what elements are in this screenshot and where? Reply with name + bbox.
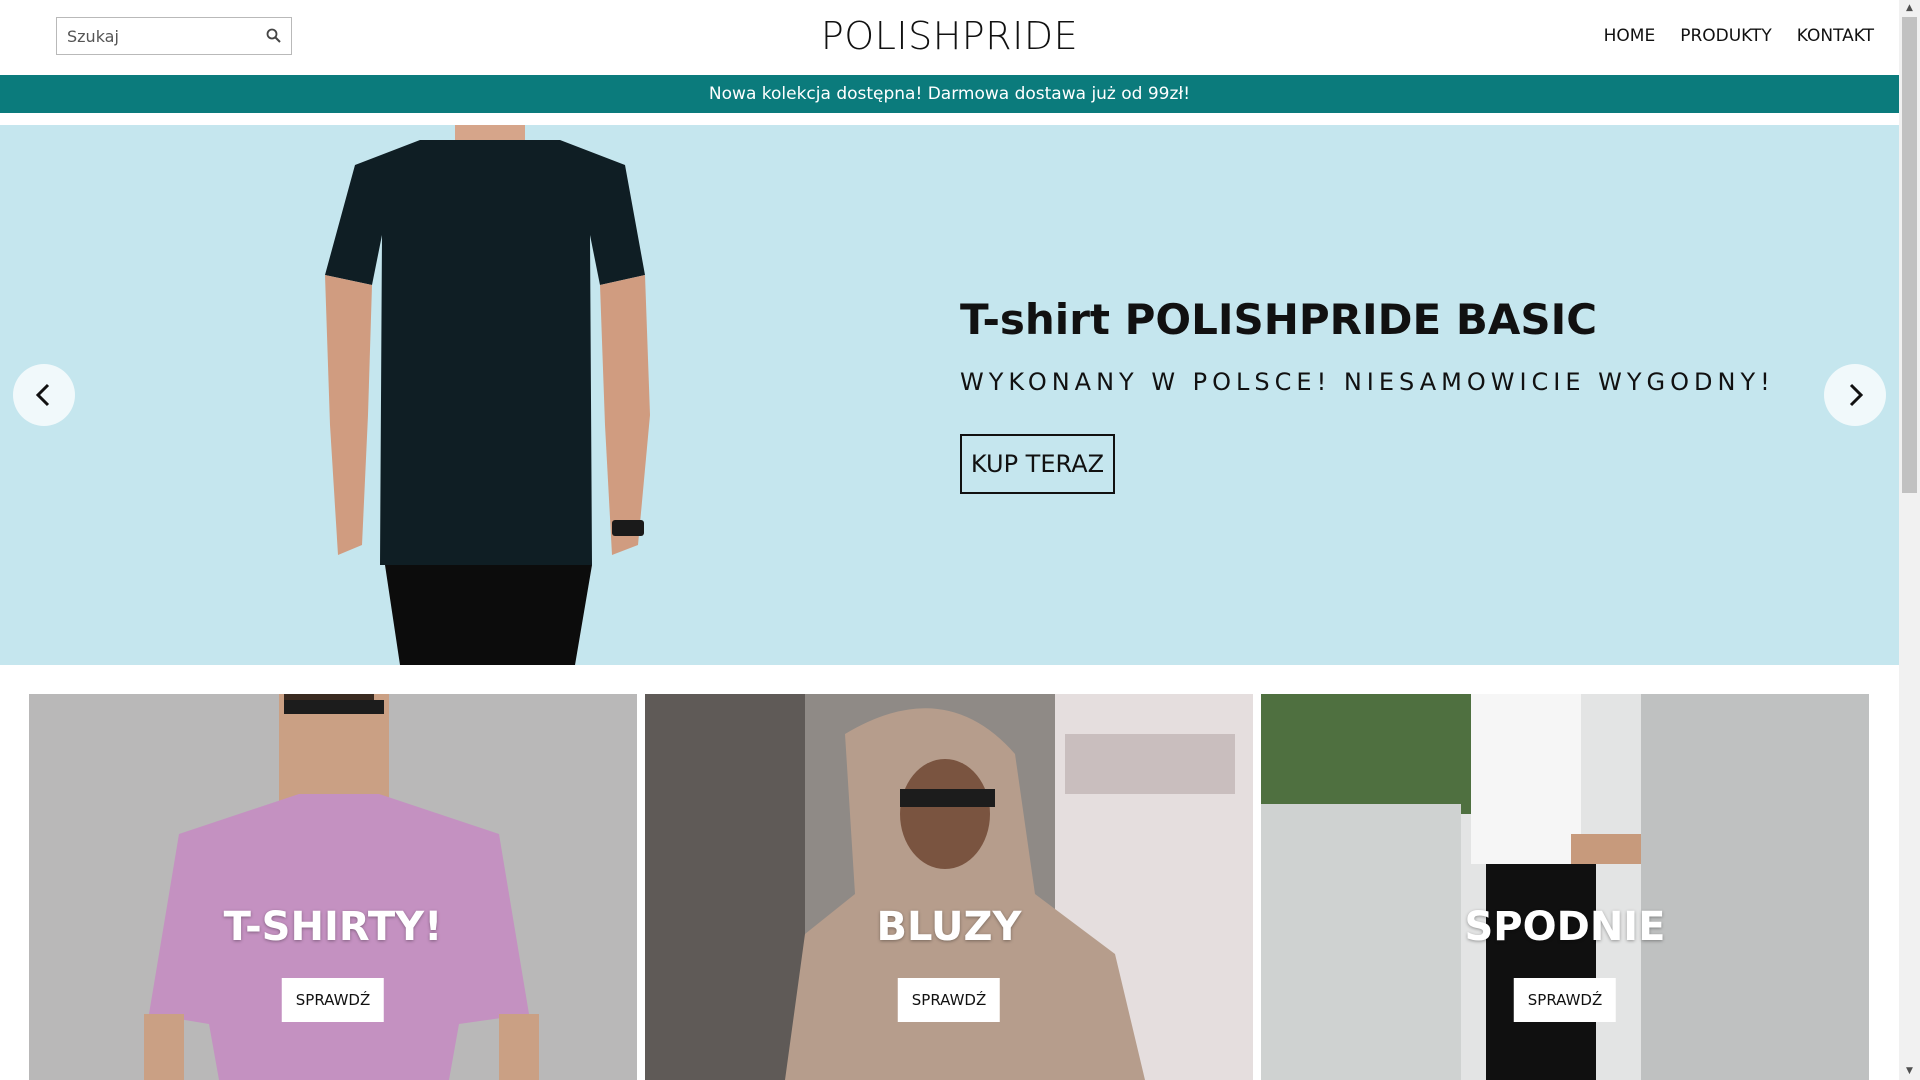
main-nav: HOME PRODUKTY KONTAKT — [1604, 26, 1874, 46]
announcement-bar: Nowa kolekcja dostępna! Darmowa dostawa … — [0, 75, 1899, 113]
category-tile-pants[interactable]: SPODNIE SPRAWDŹ — [1261, 694, 1869, 1080]
category-tile-hoodies[interactable]: BLUZY SPRAWDŹ — [645, 694, 1253, 1080]
chevron-left-icon — [35, 383, 50, 407]
scroll-thumb[interactable] — [1902, 17, 1917, 493]
nav-kontakt[interactable]: KONTAKT — [1797, 26, 1874, 46]
category-title: SPODNIE — [1464, 904, 1666, 950]
page: POLISHPRIDE HOME PRODUKTY KONTAKT Nowa k… — [0, 0, 1920, 1080]
chevron-right-icon — [1849, 383, 1864, 407]
slider-prev-button[interactable] — [13, 364, 75, 426]
hero-title: T-shirt POLISHPRIDE BASIC — [960, 295, 1598, 344]
category-title: BLUZY — [876, 904, 1022, 950]
category-tile-tshirts[interactable]: T-SHIRTY! SPRAWDŹ — [29, 694, 637, 1080]
vertical-scrollbar[interactable]: ▲ ▼ — [1899, 0, 1920, 1080]
buy-now-button[interactable]: KUP TERAZ — [960, 434, 1115, 494]
scroll-down-arrow-icon[interactable]: ▼ — [1899, 1063, 1920, 1080]
hero-subtitle: WYKONANY W POLSCE! NIESAMOWICIE WYGODNY! — [960, 368, 1775, 396]
tshirts-image — [29, 694, 637, 1080]
check-hoodies-button[interactable]: SPRAWDŹ — [897, 978, 1001, 1022]
hero-model-image — [325, 125, 650, 665]
nav-home[interactable]: HOME — [1604, 26, 1656, 46]
site-header: POLISHPRIDE HOME PRODUKTY KONTAKT — [0, 0, 1899, 75]
hero-slider: T-shirt POLISHPRIDE BASIC WYKONANY W POL… — [0, 125, 1899, 665]
nav-produkty[interactable]: PRODUKTY — [1680, 26, 1772, 46]
check-pants-button[interactable]: SPRAWDŹ — [1513, 978, 1617, 1022]
scroll-up-arrow-icon[interactable]: ▲ — [1899, 0, 1920, 17]
category-title: T-SHIRTY! — [223, 904, 443, 950]
pants-image — [1261, 694, 1869, 1080]
hoodies-image — [645, 694, 1253, 1080]
slider-next-button[interactable] — [1824, 364, 1886, 426]
check-tshirts-button[interactable]: SPRAWDŹ — [281, 978, 385, 1022]
